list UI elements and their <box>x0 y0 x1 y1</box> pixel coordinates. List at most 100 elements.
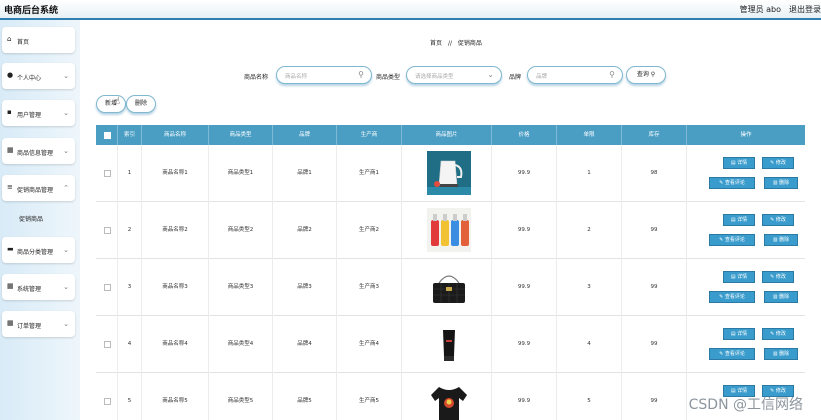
sidebar-item-profile[interactable]: ● 个人中心 ⌄ <box>2 63 75 89</box>
sidebar-item-product-info[interactable]: ▦ 商品信息管理 ⌄ <box>2 138 75 164</box>
row-checkbox[interactable] <box>104 170 111 177</box>
header-limit: 单限 <box>557 125 622 145</box>
row-name: 商品名称2 <box>142 202 209 259</box>
edit-button[interactable]: ✎ 修改 <box>762 271 794 283</box>
delete-button[interactable]: ▥ 删除 <box>764 234 798 246</box>
detail-label: 详情 <box>737 331 748 337</box>
breadcrumb-separator: // <box>447 40 452 47</box>
product-name-placeholder: 商品名称 <box>285 74 308 80</box>
sidebar-item-home[interactable]: ⌂ 首页 <box>2 27 75 53</box>
list-icon: ≡ <box>7 183 13 191</box>
sidebar-item-promo[interactable]: ≡ 促销商品管理 ⌃ <box>2 175 75 201</box>
row-select-cell <box>96 145 118 202</box>
view-reviews-button[interactable]: ✎ 查看评论 <box>709 291 755 303</box>
delete-label: 删除 <box>779 294 790 300</box>
sidebar-item-label: 用户管理 <box>17 112 42 119</box>
row-checkbox[interactable] <box>104 284 111 291</box>
row-name: 商品名称3 <box>142 259 209 316</box>
row-select-cell <box>96 202 118 259</box>
delete-button[interactable]: ▥ 删除 <box>764 291 798 303</box>
query-button[interactable]: 查询 ⚲ <box>626 66 666 84</box>
view-reviews-button[interactable]: ✎ 查看评论 <box>709 177 755 189</box>
delete-label: 删除 <box>779 237 790 243</box>
row-type: 商品类型1 <box>209 145 273 202</box>
delete-selected-button[interactable]: 删除 <box>126 95 156 113</box>
row-select-cell <box>96 316 118 373</box>
row-name: 商品名称1 <box>142 145 209 202</box>
row-price: 99.9 <box>492 373 557 420</box>
chevron-down-icon: ⌄ <box>63 283 69 291</box>
watermark: CSDN @工信网络 <box>688 397 803 413</box>
delete-button[interactable]: ▥ 删除 <box>764 348 798 360</box>
row-price: 99.9 <box>492 145 557 202</box>
row-index: 2 <box>118 202 142 259</box>
search-icon: ⚲ <box>609 70 615 79</box>
product-type-select[interactable]: 请选择商品类型 ⌄ <box>406 66 502 84</box>
breadcrumb-current: 促销商品 <box>457 40 482 47</box>
product-name-label: 商品名称 <box>244 74 269 81</box>
review-label: 查看评论 <box>724 351 745 357</box>
sidebar-item-category[interactable]: ▬ 商品分类管理 ⌄ <box>2 237 75 263</box>
row-select-cell <box>96 259 118 316</box>
select-all-checkbox[interactable] <box>104 132 111 139</box>
sidebar-item-label: 系统管理 <box>17 286 42 293</box>
sidebar-item-orders[interactable]: ▦ 订单管理 ⌄ <box>2 311 75 337</box>
row-name: 商品名称5 <box>142 373 209 420</box>
grid-icon: ▦ <box>7 319 14 327</box>
row-type: 商品类型2 <box>209 202 273 259</box>
query-button-label: 查询 <box>636 71 649 78</box>
edit-button[interactable]: ✎ 修改 <box>762 214 794 226</box>
sidebar: ⌂ 首页 ● 个人中心 ⌄ ▪ 用户管理 ⌄ ▦ 商品信息管理 ⌄ ≡ 促销商品… <box>0 20 80 420</box>
product-image-tube <box>427 322 471 366</box>
sidebar-item-system[interactable]: ▦ 系统管理 ⌄ <box>2 274 75 300</box>
row-checkbox[interactable] <box>104 341 111 348</box>
sidebar-item-users[interactable]: ▪ 用户管理 ⌄ <box>2 100 75 126</box>
detail-button[interactable]: ▤ 详情 <box>723 271 755 283</box>
product-image-sweater <box>427 379 471 420</box>
product-type-placeholder: 请选择商品类型 <box>415 74 454 80</box>
detail-button[interactable]: ▤ 详情 <box>723 328 755 340</box>
review-label: 查看评论 <box>724 237 745 243</box>
edit-label: 修改 <box>775 217 786 223</box>
view-reviews-button[interactable]: ✎ 查看评论 <box>709 348 755 360</box>
delete-label: 删除 <box>779 351 790 357</box>
row-select-cell <box>96 373 118 420</box>
edit-button[interactable]: ✎ 修改 <box>762 157 794 169</box>
detail-button[interactable]: ▤ 详情 <box>723 157 755 169</box>
search-icon: ⚲ <box>358 70 364 79</box>
row-index: 5 <box>118 373 142 420</box>
row-checkbox[interactable] <box>104 398 111 405</box>
home-icon: ⌂ <box>7 35 12 43</box>
row-stock: 98 <box>622 145 687 202</box>
delete-label: 删除 <box>779 180 790 186</box>
view-reviews-button[interactable]: ✎ 查看评论 <box>709 234 755 246</box>
brand-input[interactable]: 品牌 ⚲ <box>527 66 623 84</box>
table-row: 1 商品名称1 商品类型1 品牌1 生产商1 99.9 1 98 ▤ 详情 ✎ … <box>96 145 805 202</box>
detail-label: 详情 <box>737 160 748 166</box>
header-image: 商品图片 <box>402 125 492 145</box>
row-limit: 5 <box>557 373 622 420</box>
detail-label: 详情 <box>737 274 748 280</box>
sidebar-subitem-promo-products[interactable]: 促销商品 <box>2 206 75 228</box>
row-checkbox[interactable] <box>104 227 111 234</box>
product-name-input[interactable]: 商品名称 ⚲ <box>276 66 372 84</box>
row-brand: 品牌5 <box>273 373 337 420</box>
table-header: 索引 商品名称 商品类型 品牌 生产商 商品图片 价格 单限 库存 操作 <box>96 125 805 145</box>
sidebar-subitem-label: 促销商品 <box>19 216 44 223</box>
review-label: 查看评论 <box>724 294 745 300</box>
logout-link[interactable]: 退出登录 <box>789 4 821 15</box>
add-button[interactable]: 新增 <box>96 95 126 113</box>
header-type: 商品类型 <box>209 125 273 145</box>
row-price: 99.9 <box>492 316 557 373</box>
row-type: 商品类型5 <box>209 373 273 420</box>
chevron-down-icon: ⌄ <box>63 72 69 80</box>
chevron-down-icon: ⌄ <box>63 320 69 328</box>
breadcrumb-home[interactable]: 首页 <box>430 40 442 47</box>
delete-button[interactable]: ▥ 删除 <box>764 177 798 189</box>
edit-button[interactable]: ✎ 修改 <box>762 328 794 340</box>
mouse-cursor-icon: ☝ <box>114 96 121 107</box>
header-brand: 品牌 <box>273 125 337 145</box>
detail-label: 详情 <box>737 217 748 223</box>
detail-button[interactable]: ▤ 详情 <box>723 214 755 226</box>
users-icon: ▪ <box>7 108 12 116</box>
